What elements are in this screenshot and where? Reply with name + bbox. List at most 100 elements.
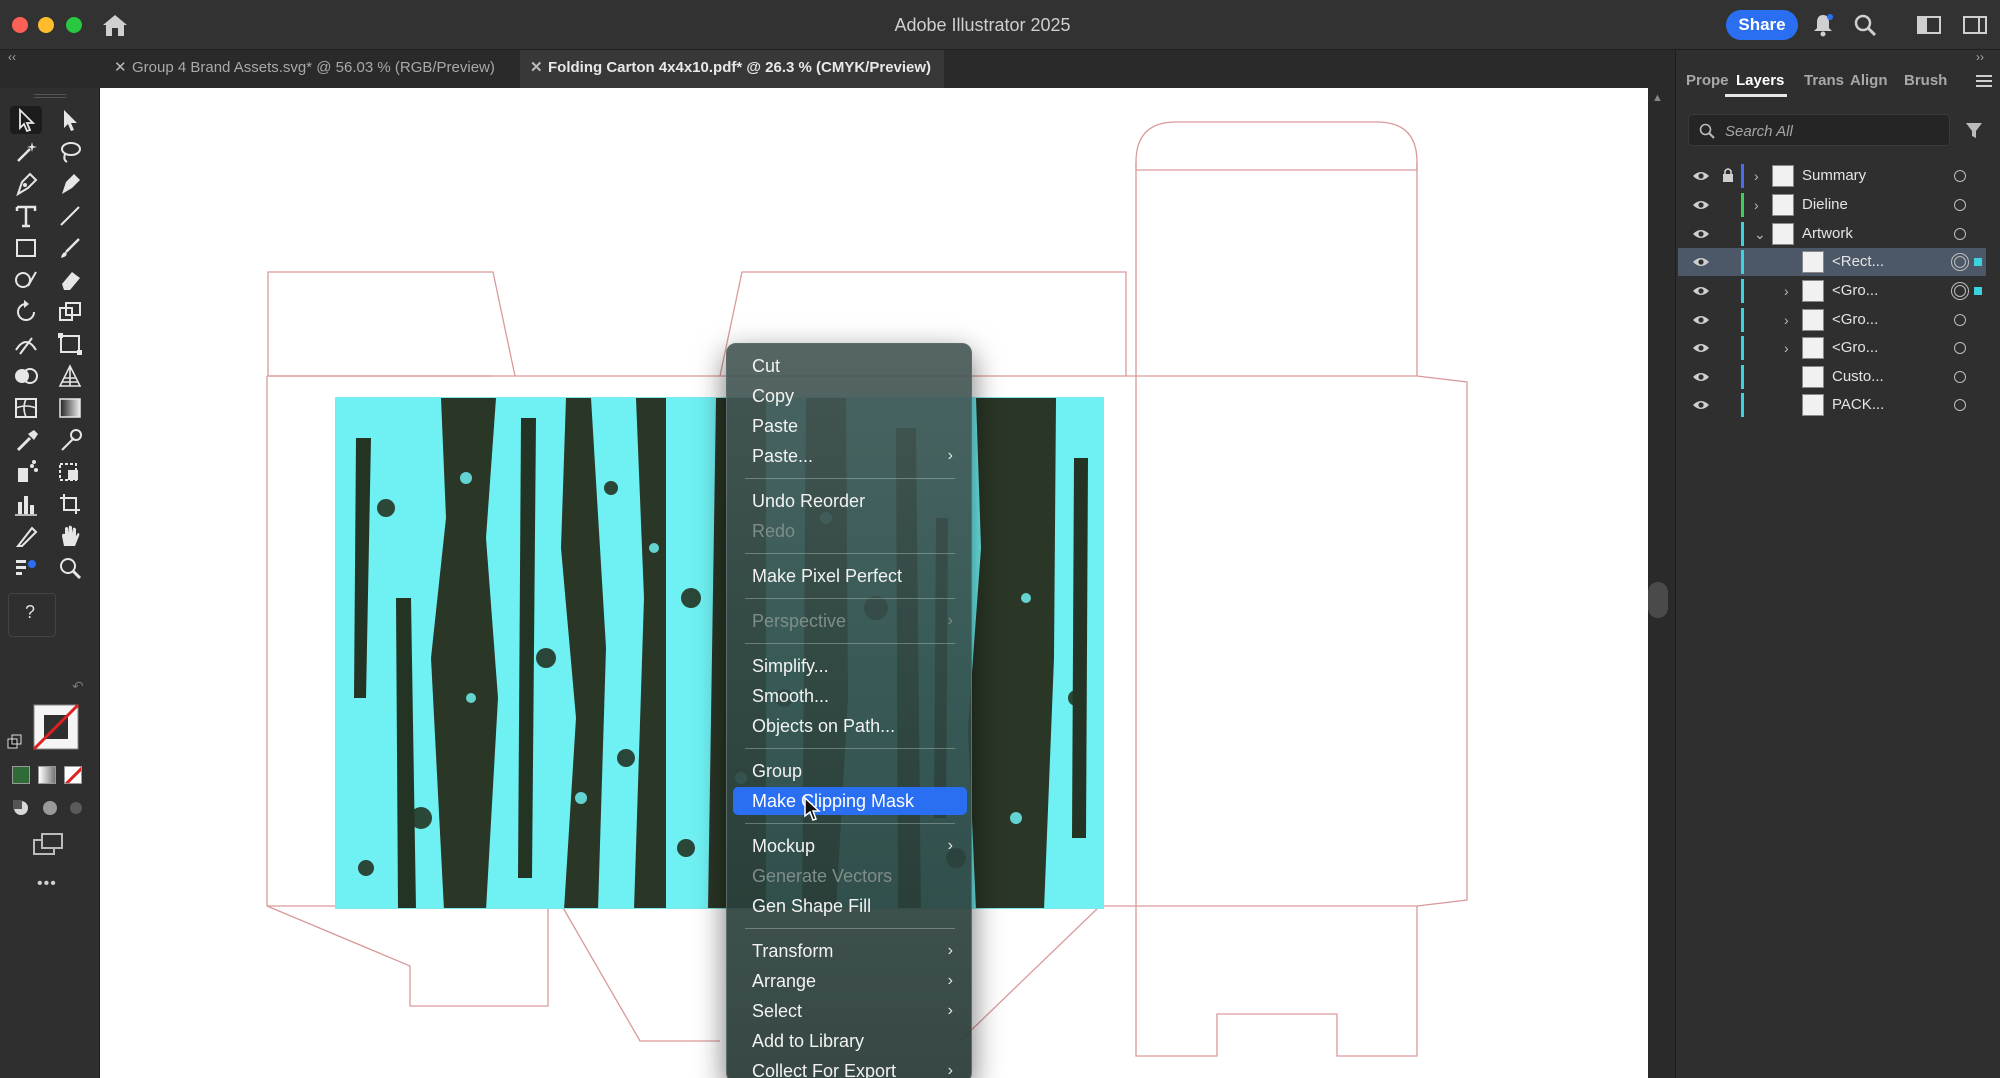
menu-item-make-clipping-mask[interactable]: Make Clipping Mask	[733, 787, 967, 815]
menu-item-select[interactable]: Select ›	[733, 997, 967, 1025]
layer-row[interactable]: › <Gro...	[1678, 334, 1986, 362]
layer-target-icon[interactable]	[1954, 371, 1966, 383]
visibility-eye-icon[interactable]	[1692, 255, 1710, 269]
chevron-right-icon[interactable]: ›	[1754, 168, 1768, 184]
menu-item-transform[interactable]: Transform ›	[733, 937, 967, 965]
layer-row[interactable]: › Summary	[1678, 162, 1986, 190]
edit-toolbar-icon[interactable]	[10, 554, 42, 582]
layer-target-icon[interactable]	[1951, 253, 1969, 271]
layers-search-input[interactable]	[1725, 120, 1940, 142]
gradient-mode-button[interactable]	[38, 766, 56, 784]
scroll-up-icon[interactable]: ▲	[1652, 92, 1663, 104]
symbol-sprayer-tool-icon[interactable]	[10, 458, 42, 486]
tab-layers[interactable]: Layers	[1736, 72, 1784, 89]
menu-item-undo-reorder[interactable]: Undo Reorder	[733, 487, 967, 515]
color-mode-button[interactable]	[12, 766, 30, 784]
more-tools-button[interactable]: •••	[37, 875, 57, 893]
zoom-tool-icon[interactable]	[54, 554, 86, 582]
draw-normal-icon[interactable]	[10, 798, 32, 818]
width-tool-icon[interactable]	[10, 330, 42, 358]
visibility-eye-icon[interactable]	[1692, 313, 1710, 327]
layer-target-icon[interactable]	[1954, 199, 1966, 211]
eraser-tool-icon[interactable]	[54, 266, 86, 294]
tab-transform[interactable]: Trans	[1804, 72, 1844, 89]
workspace-switcher-icon[interactable]	[1916, 12, 1942, 38]
menu-item-objects-on-path[interactable]: Objects on Path...	[733, 712, 967, 740]
tab-properties[interactable]: Prope	[1686, 72, 1729, 89]
search-icon[interactable]	[1852, 12, 1878, 38]
toolbar-grip[interactable]	[34, 94, 66, 98]
menu-item-paste-submenu[interactable]: Paste... ›	[733, 442, 967, 470]
paintbrush-tool-icon[interactable]	[54, 234, 86, 262]
menu-item-paste[interactable]: Paste	[733, 412, 967, 440]
layer-target-icon[interactable]	[1954, 170, 1966, 182]
menu-item-add-to-library[interactable]: Add to Library	[733, 1027, 967, 1055]
hand-tool-icon[interactable]	[54, 522, 86, 550]
menu-item-copy[interactable]: Copy	[733, 382, 967, 410]
chevron-down-icon[interactable]: ⌄	[1754, 226, 1768, 242]
stroke-swatch-icon[interactable]	[32, 703, 82, 753]
rotate-tool-icon[interactable]	[10, 298, 42, 326]
artboard-tool-icon[interactable]	[54, 490, 86, 518]
blend-tool-icon[interactable]	[54, 426, 86, 454]
filter-icon[interactable]	[1964, 120, 1984, 140]
layer-row[interactable]: › <Gro...	[1678, 277, 1986, 305]
selection-tool-icon[interactable]	[10, 106, 42, 134]
mesh-tool-icon[interactable]	[10, 394, 42, 422]
live-paint-tool-icon[interactable]	[54, 458, 86, 486]
tab-align[interactable]: Align	[1850, 72, 1888, 89]
layer-target-icon[interactable]	[1954, 314, 1966, 326]
chevron-right-icon[interactable]: ›	[1754, 197, 1768, 213]
layer-target-icon[interactable]	[1954, 399, 1966, 411]
fill-stroke-widget[interactable]: ?	[8, 593, 56, 637]
close-tab-icon[interactable]: ✕	[530, 50, 543, 86]
perspective-grid-tool-icon[interactable]	[54, 362, 86, 390]
visibility-eye-icon[interactable]	[1692, 284, 1710, 298]
none-mode-button[interactable]	[64, 766, 82, 784]
lasso-tool-icon[interactable]	[54, 138, 86, 166]
reset-colors-icon[interactable]: ↶	[72, 678, 84, 695]
layer-target-icon[interactable]	[1951, 282, 1969, 300]
draw-behind-icon[interactable]	[40, 798, 60, 818]
menu-item-make-pixel-perfect[interactable]: Make Pixel Perfect	[733, 562, 967, 590]
shape-builder-tool-icon[interactable]	[10, 362, 42, 390]
eyedropper-tool-icon[interactable]	[10, 426, 42, 454]
panel-menu-icon[interactable]	[1976, 74, 1992, 88]
magic-wand-tool-icon[interactable]	[10, 138, 42, 166]
layer-row[interactable]: PACK...	[1678, 391, 1986, 419]
curvature-tool-icon[interactable]	[54, 170, 86, 198]
layer-row[interactable]: › <Gro...	[1678, 306, 1986, 334]
visibility-eye-icon[interactable]	[1692, 370, 1710, 384]
draw-inside-icon[interactable]	[66, 798, 86, 818]
scale-tool-icon[interactable]	[54, 298, 86, 326]
layer-target-icon[interactable]	[1954, 342, 1966, 354]
slice-tool-icon[interactable]	[10, 522, 42, 550]
collapse-toolbar-icon[interactable]: ‹‹	[8, 50, 16, 64]
tab-group-4-brand-assets[interactable]: ✕ Group 4 Brand Assets.svg* @ 56.03 % (R…	[104, 50, 514, 88]
layer-row[interactable]: <Rect...	[1678, 248, 1986, 276]
shaper-tool-icon[interactable]	[10, 266, 42, 294]
column-graph-tool-icon[interactable]	[10, 490, 42, 518]
scrollbar-thumb[interactable]	[1648, 582, 1668, 618]
bell-icon[interactable]	[1810, 12, 1836, 38]
layer-row[interactable]: Custo...	[1678, 363, 1986, 391]
collapse-panel-icon[interactable]: ››	[1976, 50, 1984, 64]
visibility-eye-icon[interactable]	[1692, 227, 1710, 241]
pen-tool-icon[interactable]	[10, 170, 42, 198]
screen-mode-icon[interactable]	[32, 832, 64, 856]
chevron-right-icon[interactable]: ›	[1784, 340, 1798, 356]
swap-fill-stroke-icon[interactable]	[6, 733, 24, 751]
layer-row[interactable]: ⌄ Artwork	[1678, 220, 1986, 248]
menu-item-collect-for-export[interactable]: Collect For Export ›	[733, 1057, 967, 1078]
menu-item-cut[interactable]: Cut	[733, 352, 967, 380]
type-tool-icon[interactable]	[10, 202, 42, 230]
tab-folding-carton[interactable]: ✕ Folding Carton 4x4x10.pdf* @ 26.3 % (C…	[520, 50, 944, 88]
visibility-eye-icon[interactable]	[1692, 341, 1710, 355]
menu-item-group[interactable]: Group	[733, 757, 967, 785]
menu-item-simplify[interactable]: Simplify...	[733, 652, 967, 680]
share-button[interactable]: Share	[1726, 10, 1798, 40]
line-segment-tool-icon[interactable]	[54, 202, 86, 230]
layer-target-icon[interactable]	[1954, 228, 1966, 240]
rectangle-tool-icon[interactable]	[10, 234, 42, 262]
layer-row[interactable]: › Dieline	[1678, 191, 1986, 219]
